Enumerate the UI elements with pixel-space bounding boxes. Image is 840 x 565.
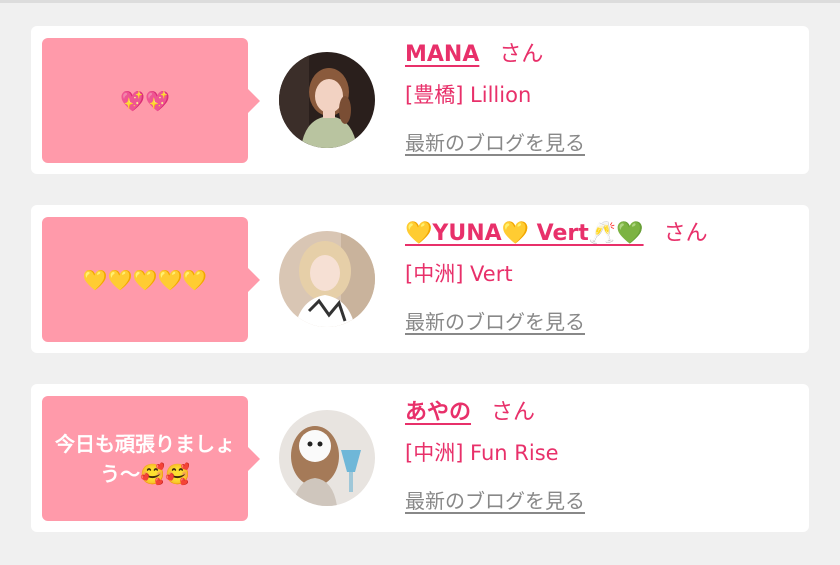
honorific: さん: [663, 221, 708, 246]
shop-label: [中洲] Fun Rise: [405, 441, 559, 465]
latest-blog-link[interactable]: 最新のブログを見る: [405, 128, 795, 158]
cast-name-link[interactable]: MANA: [405, 42, 479, 67]
avatar[interactable]: [279, 52, 375, 148]
cast-name-link[interactable]: 💛YUNA💛 Vert🥂💚: [405, 221, 644, 246]
cast-info: MANA さん [豊橋] Lillion 最新のブログを見る: [405, 38, 795, 158]
latest-blog-link[interactable]: 最新のブログを見る: [405, 307, 795, 337]
blog-card: 今日も頑張りましょう〜🥰🥰 あやの さん [中洲] Fun Rise 最新のブログ…: [31, 384, 809, 532]
top-divider: [0, 0, 840, 3]
message-bubble: 💛💛💛💛💛: [42, 217, 260, 342]
avatar-photo-mana: [279, 52, 375, 148]
avatar[interactable]: [279, 410, 375, 506]
blog-card: 💖💖 MANA さん [豊橋] Lillion 最新のブログを見る: [31, 26, 809, 174]
honorific: さん: [499, 42, 544, 67]
name-row: MANA さん: [405, 38, 795, 72]
avatar-photo-yuna: [279, 231, 375, 327]
name-row: 💛YUNA💛 Vert🥂💚 さん: [405, 217, 795, 251]
latest-blog-link[interactable]: 最新のブログを見る: [405, 486, 795, 516]
blog-card: 💛💛💛💛💛 💛YUNA💛 Vert🥂💚 さん [中洲] Vert 最新のブログを見…: [31, 205, 809, 353]
shop-label: [豊橋] Lillion: [405, 83, 532, 107]
cast-info: あやの さん [中洲] Fun Rise 最新のブログを見る: [405, 396, 795, 516]
cast-name-link[interactable]: あやの: [405, 400, 471, 425]
honorific: さん: [491, 400, 536, 425]
name-row: あやの さん: [405, 396, 795, 430]
message-bubble: 今日も頑張りましょう〜🥰🥰: [42, 396, 260, 521]
cast-info: 💛YUNA💛 Vert🥂💚 さん [中洲] Vert 最新のブログを見る: [405, 217, 795, 337]
shop-label: [中洲] Vert: [405, 262, 513, 286]
message-bubble: 💖💖: [42, 38, 260, 163]
avatar[interactable]: [279, 231, 375, 327]
avatar-photo-ayano: [279, 410, 375, 506]
